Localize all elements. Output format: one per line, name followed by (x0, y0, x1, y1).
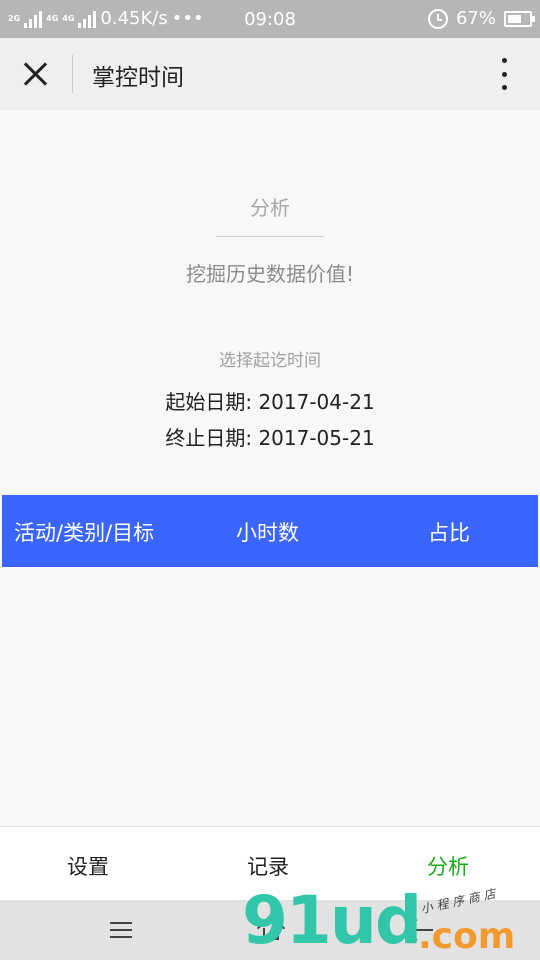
tab-bar: 设置 记录 分析 (0, 826, 540, 900)
column-header-hours: 小时数 (236, 521, 299, 545)
title-underline (216, 236, 324, 237)
tab-records[interactable]: 记录 (247, 851, 289, 881)
title-bar: 掌控时间 (0, 38, 540, 110)
start-date-label: 起始日期: (165, 390, 259, 414)
start-date-picker[interactable]: 起始日期: 2017-04-21 (0, 386, 540, 415)
system-nav-bar (0, 900, 540, 960)
back-arrow-icon[interactable] (404, 918, 434, 942)
battery-percent: 67% (455, 8, 496, 29)
end-date-picker[interactable]: 终止日期: 2017-05-21 (0, 422, 540, 451)
more-options-icon[interactable] (494, 58, 514, 90)
title-divider (72, 55, 73, 93)
status-right: 67% (427, 8, 535, 29)
menu-icon[interactable] (110, 922, 132, 938)
section-subtitle: 挖掘历史数据价值! (185, 262, 355, 286)
page-title: 掌控时间 (92, 65, 184, 91)
date-range-label: 选择起讫时间 (219, 351, 321, 371)
tab-settings[interactable]: 设置 (67, 851, 109, 881)
battery-level (508, 14, 521, 23)
tab-analysis[interactable]: 分析 (427, 851, 469, 881)
column-header-activity: 活动/类别/目标 (14, 521, 155, 545)
main-content: 分析 挖掘历史数据价值! 选择起讫时间 起始日期: 2017-04-21 终止日… (0, 110, 540, 826)
battery-icon (504, 10, 535, 27)
section-title: 分析 (250, 196, 290, 220)
start-date-value: 2017-04-21 (258, 390, 375, 414)
table-header: 活动/类别/目标 小时数 占比 (2, 495, 538, 567)
close-icon[interactable] (22, 60, 50, 88)
home-icon[interactable] (256, 913, 286, 943)
end-date-label: 终止日期: (165, 426, 259, 450)
alarm-icon (427, 8, 448, 29)
end-date-value: 2017-05-21 (258, 426, 375, 450)
status-bar: 2G 4G 4G 0.45K/s ••• 09:08 67% (0, 0, 540, 38)
column-header-ratio: 占比 (428, 521, 470, 545)
